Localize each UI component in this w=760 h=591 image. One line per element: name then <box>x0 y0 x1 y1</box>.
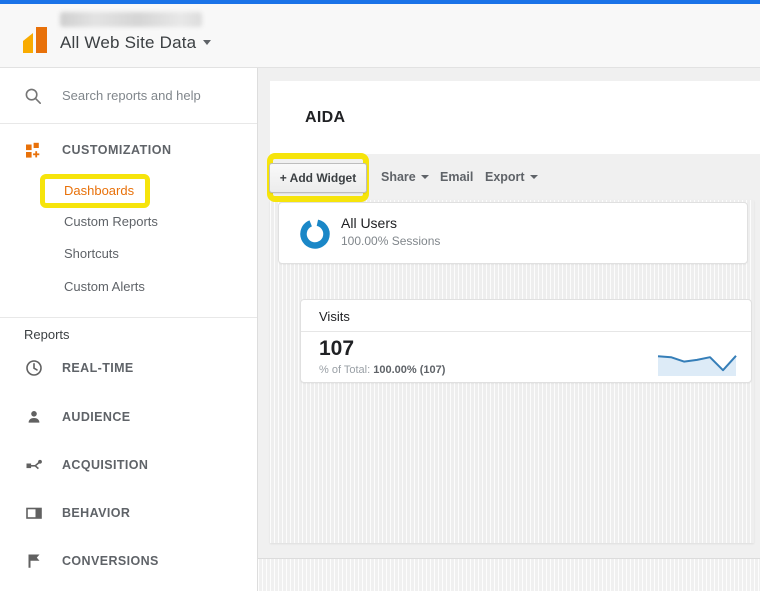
visits-value: 107 <box>319 337 354 361</box>
visits-widget[interactable]: Visits 107 % of Total: 100.00% (107) <box>300 299 752 383</box>
nav-label: ACQUISITION <box>62 453 148 477</box>
visits-sparkline-chart <box>657 347 737 377</box>
chevron-down-icon <box>530 175 538 179</box>
footer-stripes <box>258 559 760 591</box>
sidebar-item-conversions[interactable]: CONVERSIONS <box>0 549 257 573</box>
widget-divider <box>301 331 751 332</box>
sidebar-item-real-time[interactable]: REAL-TIME <box>0 356 257 380</box>
sidebar-item-custom-alerts[interactable]: Custom Alerts <box>64 278 145 296</box>
dashboards-highlight-box: Dashboards <box>40 174 150 208</box>
segment-sessions: 100.00% Sessions <box>341 234 440 248</box>
export-button[interactable]: Export <box>485 155 538 200</box>
nav-label: AUDIENCE <box>62 405 130 429</box>
person-icon <box>25 408 43 426</box>
branch-icon <box>25 456 43 474</box>
sidebar: Search reports and help CUSTOMIZATION Da… <box>0 68 258 591</box>
email-label: Email <box>440 170 473 184</box>
nav-label: CONVERSIONS <box>62 549 159 573</box>
sidebar-section-customization[interactable]: CUSTOMIZATION <box>0 136 257 164</box>
main-content: AIDA + Add Widget Share Email Export All… <box>258 68 760 591</box>
segment-donut-icon <box>299 218 331 250</box>
nav-label: REAL-TIME <box>62 356 134 380</box>
sidebar-item-acquisition[interactable]: ACQUISITION <box>0 453 257 477</box>
dashboard-title: AIDA <box>305 81 345 154</box>
add-widget-highlight-box: + Add Widget <box>267 153 369 202</box>
app-header: All Web Site Data <box>0 4 760 68</box>
google-analytics-logo[interactable] <box>20 20 50 56</box>
sidebar-divider <box>0 317 257 318</box>
flag-icon <box>25 552 43 570</box>
sidebar-item-behavior[interactable]: BEHAVIOR <box>0 501 257 525</box>
sidebar-item-dashboards[interactable]: Dashboards <box>45 179 145 203</box>
view-name: All Web Site Data <box>60 33 196 52</box>
customization-label: CUSTOMIZATION <box>62 136 172 164</box>
search-input[interactable]: Search reports and help <box>0 68 257 124</box>
chevron-down-icon <box>203 40 211 45</box>
account-view-selector[interactable]: All Web Site Data <box>60 12 211 53</box>
window-icon <box>25 504 43 522</box>
total-label: % of Total: <box>319 364 370 376</box>
total-value: 100.00% (107) <box>373 364 445 376</box>
customization-icon <box>25 142 41 158</box>
sidebar-item-shortcuts[interactable]: Shortcuts <box>64 245 119 263</box>
share-label: Share <box>381 170 416 184</box>
clock-icon <box>25 359 43 377</box>
account-name-blurred <box>60 12 202 27</box>
search-icon <box>24 87 42 105</box>
add-widget-button[interactable]: + Add Widget <box>269 163 367 193</box>
chevron-down-icon <box>421 175 429 179</box>
visits-widget-title: Visits <box>319 309 350 324</box>
export-label: Export <box>485 170 525 184</box>
email-button[interactable]: Email <box>440 155 473 200</box>
sidebar-item-custom-reports[interactable]: Custom Reports <box>64 213 158 231</box>
nav-label: BEHAVIOR <box>62 501 130 525</box>
segment-name: All Users <box>341 215 397 231</box>
visits-total: % of Total: 100.00% (107) <box>319 364 445 376</box>
segment-all-users[interactable]: All Users 100.00% Sessions <box>278 202 748 264</box>
dashboard-title-panel: AIDA <box>270 81 760 154</box>
share-button[interactable]: Share <box>381 155 429 200</box>
sidebar-item-audience[interactable]: AUDIENCE <box>0 405 257 429</box>
search-placeholder: Search reports and help <box>62 68 201 124</box>
reports-section-label: Reports <box>24 326 70 344</box>
